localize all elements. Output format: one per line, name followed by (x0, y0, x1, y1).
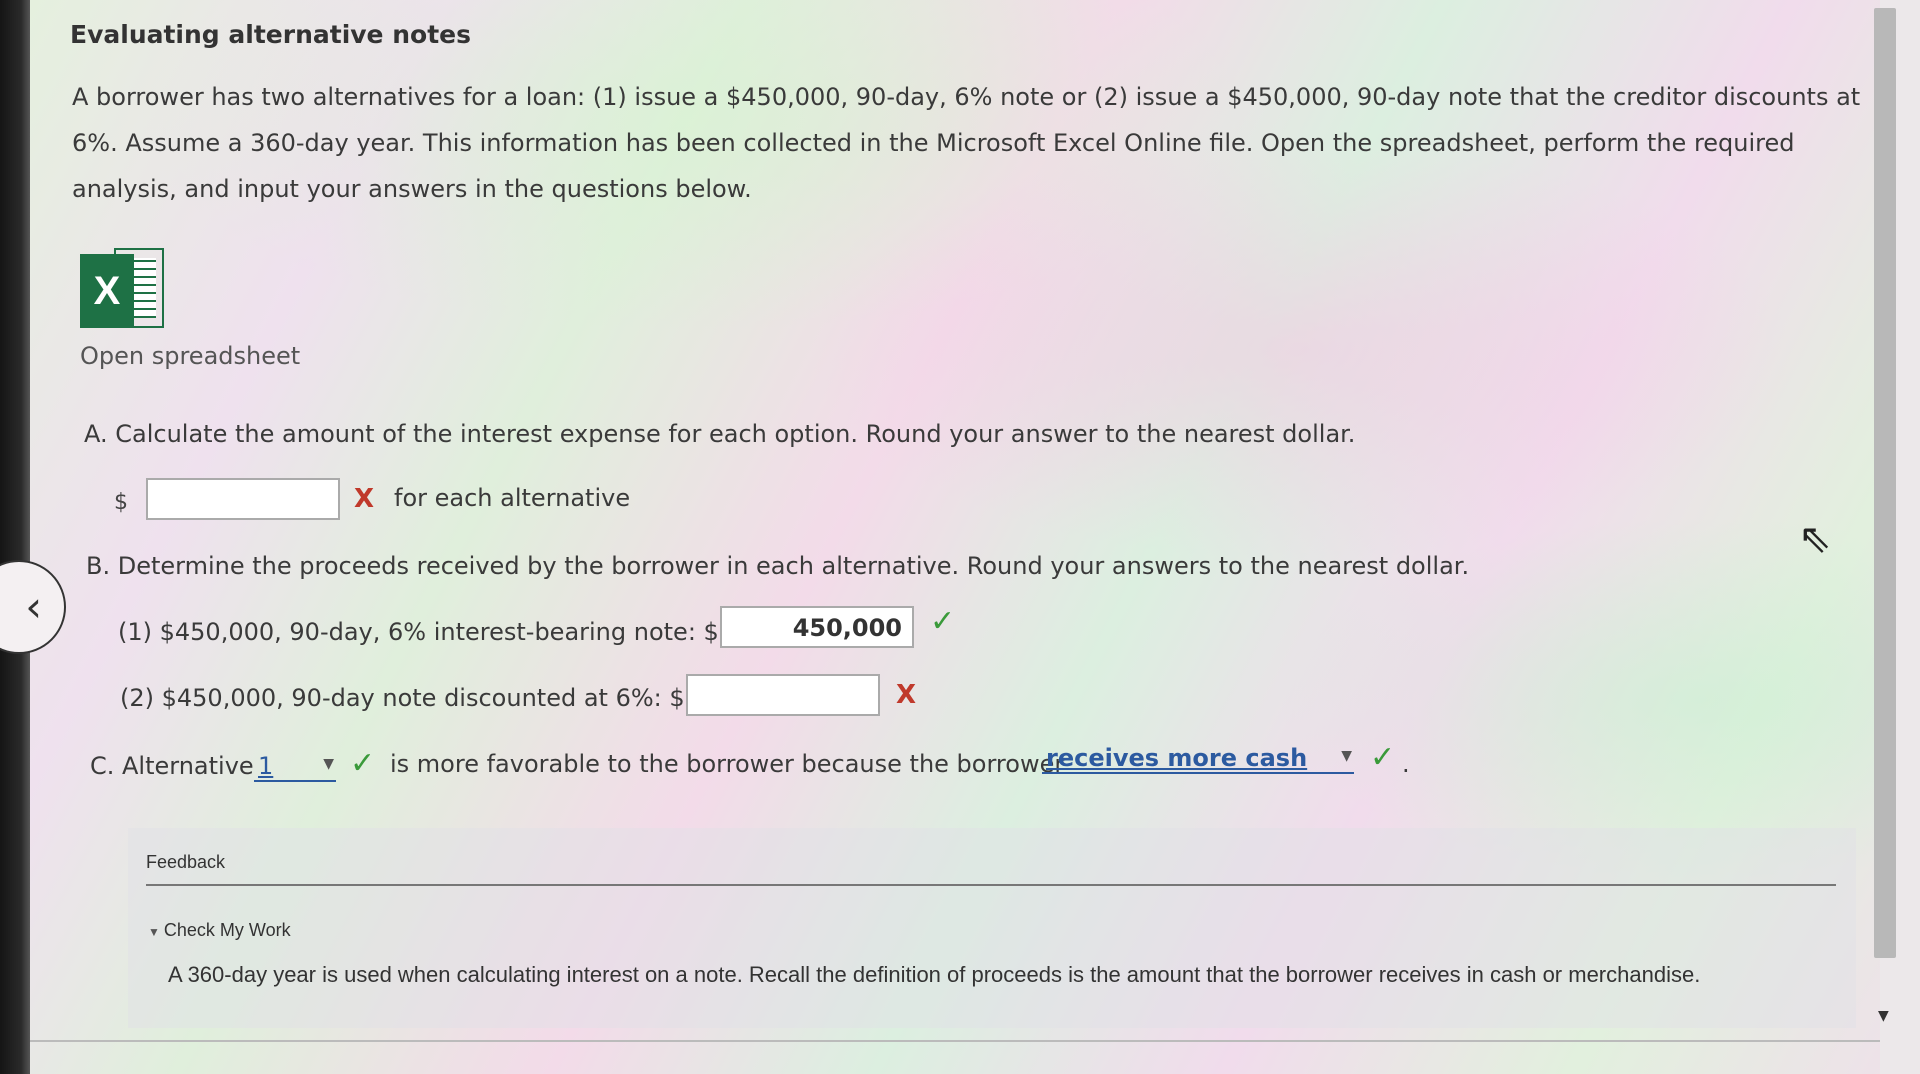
check-my-work-label: Check My Work (163, 920, 291, 940)
feedback-divider (146, 884, 1836, 886)
part-b-item1-label: (1) $450,000, 90-day, 6% interest-bearin… (118, 618, 719, 646)
scroll-down-arrow-icon[interactable]: ▼ (1878, 1008, 1889, 1024)
correct-check-icon: ✓ (350, 746, 376, 781)
reason-selected-value: receives more cash (1046, 744, 1308, 772)
feedback-label: Feedback (146, 852, 226, 872)
incorrect-x-icon: X (896, 680, 917, 710)
problem-statement: A borrower has two alternatives for a lo… (72, 83, 1861, 203)
bottom-divider (30, 1040, 1880, 1042)
mouse-pointer-icon: ⇖ (1798, 516, 1832, 562)
screen-bezel (0, 0, 30, 1074)
alternative-selected-value: 1 (258, 752, 274, 780)
triangle-down-icon: ▼ (148, 925, 160, 939)
excel-logo-letter: X (80, 254, 134, 328)
reason-select[interactable]: receives more cash ▼ (1042, 744, 1354, 774)
correct-check-icon: ✓ (1370, 740, 1396, 775)
part-b-prompt: B. Determine the proceeds received by th… (86, 552, 1470, 580)
chevron-left-icon: ‹ (25, 582, 42, 631)
interest-expense-input[interactable] (146, 478, 340, 520)
scrollbar-thumb[interactable] (1874, 8, 1896, 958)
incorrect-x-icon: X (354, 484, 375, 514)
part-a-currency: $ (114, 490, 128, 515)
part-a-suffix: for each alternative (394, 484, 631, 512)
check-my-work-toggle[interactable]: ▼ Check My Work (148, 920, 291, 941)
back-button[interactable]: ‹ (0, 560, 66, 654)
part-b-item2-label: (2) $450,000, 90-day note discounted at … (120, 684, 685, 712)
chevron-down-icon: ▼ (1341, 748, 1352, 764)
open-spreadsheet-link[interactable]: Open spreadsheet (80, 342, 300, 370)
proceeds-discounted-input[interactable] (686, 674, 880, 716)
part-c-middle: is more favorable to the borrower becaus… (390, 750, 1065, 778)
part-c-prefix: C. Alternative (90, 752, 254, 780)
part-a-prompt: A. Calculate the amount of the interest … (84, 420, 1356, 448)
chevron-down-icon: ▼ (323, 756, 334, 772)
page-title: Evaluating alternative notes (70, 20, 471, 49)
alternative-select[interactable]: 1 ▼ (254, 752, 336, 782)
correct-check-icon: ✓ (930, 604, 956, 639)
excel-icon[interactable]: X (80, 248, 166, 332)
part-c-end: . (1402, 750, 1410, 778)
proceeds-interest-bearing-input[interactable]: 450,000 (720, 606, 914, 648)
feedback-panel (128, 828, 1856, 1028)
feedback-text: A 360-day year is used when calculating … (168, 962, 1701, 987)
